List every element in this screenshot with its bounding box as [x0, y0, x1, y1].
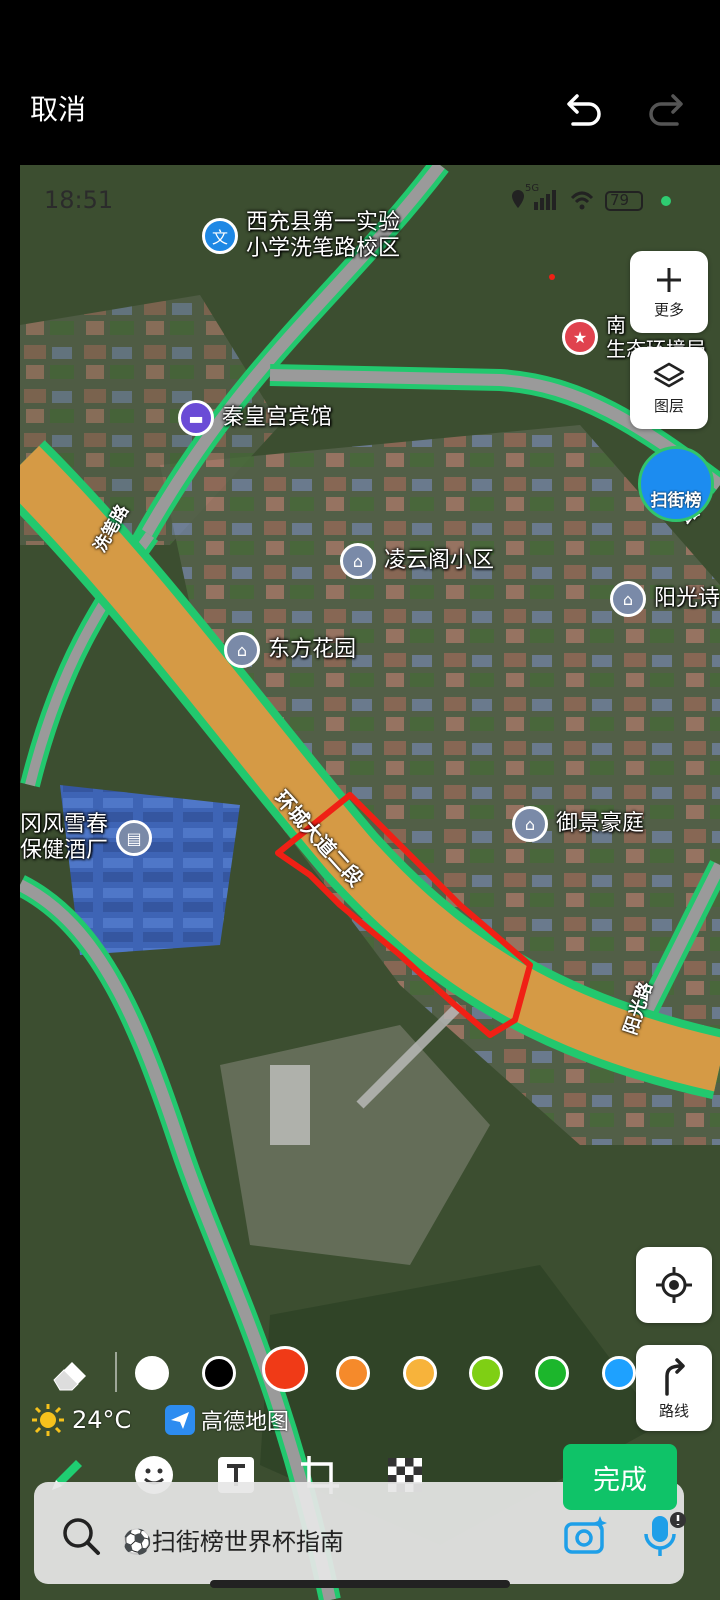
poi-label: 御景豪庭	[556, 811, 645, 836]
poi-lingyunge[interactable]: ⌂ 凌云阁小区	[340, 543, 494, 579]
factory-icon: ▤	[116, 820, 153, 856]
voice-icon[interactable]	[640, 1510, 686, 1560]
school-icon: 文	[202, 218, 238, 254]
poi-yangguang[interactable]: ⌂ 阳光诗	[610, 581, 720, 617]
undo-icon[interactable]	[565, 92, 605, 128]
poi-hotel[interactable]: ▬ 秦皇宫宾馆	[178, 400, 332, 436]
residential-icon: ⌂	[224, 632, 260, 668]
residential-icon: ⌂	[340, 543, 376, 579]
plus-icon	[657, 267, 681, 292]
color-swatch[interactable]	[135, 1356, 169, 1390]
poi-yujing[interactable]: ⌂ 御景豪庭	[512, 806, 644, 842]
weather-widget: 24°C	[30, 1402, 131, 1438]
poi-school[interactable]: 文 西充县第一实验 小学洗笔路校区	[202, 210, 400, 262]
done-button[interactable]: 完成	[563, 1444, 677, 1510]
color-swatch[interactable]	[602, 1356, 636, 1390]
camera-icon[interactable]	[562, 1512, 608, 1558]
route-button[interactable]: 路线	[636, 1345, 712, 1431]
redo-icon[interactable]	[645, 92, 685, 128]
color-swatch[interactable]	[202, 1356, 236, 1390]
poi-label: 阳光诗	[654, 586, 720, 611]
residential-icon: ⌂	[610, 581, 646, 617]
more-label: 更多	[653, 300, 684, 319]
color-swatch[interactable]	[336, 1356, 370, 1390]
route-icon	[665, 1357, 685, 1396]
poi-label: 西充县第一实验 小学洗笔路校区	[246, 210, 401, 261]
poi-label: 秦皇宫宾馆	[222, 405, 333, 430]
eraser-icon[interactable]	[50, 1358, 92, 1392]
more-button[interactable]: 更多	[630, 251, 708, 333]
color-swatch[interactable]	[535, 1356, 569, 1390]
color-swatch[interactable]	[469, 1356, 503, 1390]
scan-rank-label: 扫街榜	[650, 491, 702, 511]
status-time: 18:51	[44, 186, 114, 214]
residential-icon: ⌂	[512, 806, 548, 842]
status-battery-text: 79	[610, 191, 630, 209]
temperature: 24°C	[72, 1406, 132, 1434]
poi-label: 东方花园	[268, 637, 357, 662]
poi-factory[interactable]: ▤ 冈风雪春 保健酒厂	[20, 812, 153, 864]
color-swatch[interactable]	[262, 1346, 308, 1392]
locate-button[interactable]	[636, 1247, 712, 1323]
amap-icon	[165, 1405, 195, 1435]
route-label: 路线	[658, 1401, 689, 1420]
poi-dongfang[interactable]: ⌂ 东方花园	[224, 632, 356, 668]
poi-label: 凌云阁小区	[384, 548, 495, 573]
gov-icon: ★	[562, 319, 598, 355]
poi-label: 冈风雪春 保健酒厂	[20, 812, 109, 863]
layers-label: 图层	[653, 396, 684, 415]
status-network-text: 5G	[525, 183, 540, 194]
cancel-button[interactable]: 取消	[30, 88, 86, 128]
sun-icon	[32, 1404, 64, 1436]
toolbar-divider	[115, 1352, 117, 1392]
top-bar: 取消	[0, 0, 720, 165]
layers-button[interactable]: 图层	[630, 347, 708, 429]
search-icon	[63, 1518, 100, 1555]
locate-icon	[656, 1267, 692, 1303]
scan-rank-badge[interactable]: 扫街榜	[638, 446, 714, 522]
amap-logo: 高德地图	[165, 1404, 289, 1436]
brand-name: 高德地图	[201, 1410, 290, 1435]
home-indicator	[210, 1580, 510, 1588]
hotel-icon: ▬	[178, 400, 214, 436]
layers-icon	[653, 362, 685, 387]
color-swatch[interactable]	[403, 1356, 437, 1390]
search-input[interactable]: ⚽扫街榜世界杯指南	[122, 1522, 344, 1557]
